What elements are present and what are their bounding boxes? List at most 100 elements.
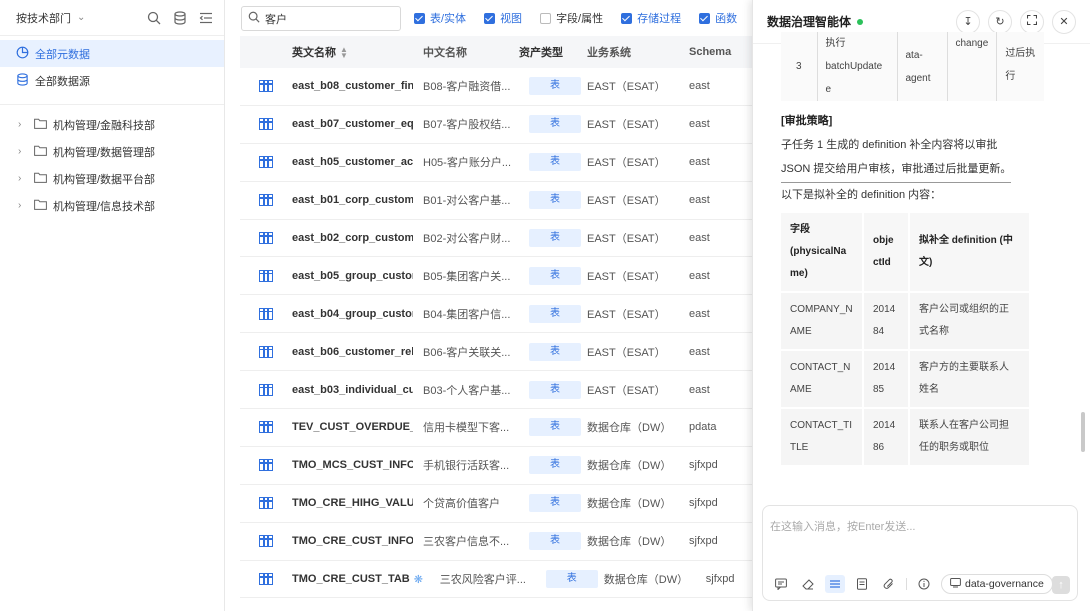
cell: 客户公司或组织的正 式名称 xyxy=(909,292,1031,351)
header-cell: obje ctId xyxy=(863,213,910,293)
tree-item[interactable]: › 机构管理/数据平台部 xyxy=(0,165,224,192)
chevron-right-icon[interactable]: › xyxy=(18,146,28,157)
asset-type-tag: 表 xyxy=(529,191,581,210)
search-icon xyxy=(248,11,260,26)
table-icon xyxy=(259,118,273,131)
eraser-icon[interactable] xyxy=(798,575,818,593)
business-system: EAST（ESAT） xyxy=(587,119,666,132)
filter-view[interactable]: 视图 xyxy=(484,10,522,26)
asset-cn-name: B07-客户股权结... xyxy=(423,119,511,132)
tree-item[interactable]: › 机构管理/金融科技部 xyxy=(0,111,224,138)
business-system: EAST（ESAT） xyxy=(587,233,666,245)
cell-line: 85 xyxy=(873,384,885,395)
business-system: EAST（ESAT） xyxy=(587,308,666,321)
chevron-right-icon[interactable]: › xyxy=(18,119,28,130)
asset-en-name[interactable]: TMO_MCS_CUST_INFO_H xyxy=(292,459,413,471)
chat-input-box[interactable]: 在这输入消息，按Enter发送... data-governance ↑ xyxy=(762,505,1078,601)
asset-en-name[interactable]: east_b06_customer_relati xyxy=(292,346,413,358)
sidebar-item-all-metadata[interactable]: 全部元数据 xyxy=(0,40,224,67)
asset-type-tag: 表 xyxy=(529,77,581,96)
checkbox[interactable] xyxy=(621,12,633,24)
filter-function[interactable]: 函数 xyxy=(699,10,737,26)
download-button[interactable]: ↧ xyxy=(956,9,980,34)
asset-en-name[interactable]: east_b04_group_custome xyxy=(292,308,413,320)
asset-en-name[interactable]: east_b07_customer_equit xyxy=(292,118,413,130)
cell: 执行 batchUpdate e xyxy=(817,32,898,101)
cell-line: ata- xyxy=(905,49,923,61)
cell-line: 式名称 xyxy=(919,326,949,337)
search-input[interactable]: 客户 xyxy=(241,6,401,31)
chat-mode-icon[interactable] xyxy=(771,575,791,593)
asset-cn-name: 信用卡模型下客... xyxy=(423,422,510,435)
asset-cn-name: B02-对公客户财... xyxy=(423,233,511,245)
checkbox[interactable] xyxy=(540,12,552,24)
schema: east xyxy=(689,345,710,358)
filter-stored-procedure[interactable]: 存储过程 xyxy=(621,10,681,26)
checkbox[interactable] xyxy=(414,12,425,24)
org-tree: › 机构管理/金融科技部 › 机构管理/数据管理部 › 机构管理/数据平台部 ›… xyxy=(0,111,224,219)
asset-en-name[interactable]: east_b05_group_custome xyxy=(292,270,413,282)
header-en-name[interactable]: 英文名称 ▲ ▼ xyxy=(292,44,413,60)
fullscreen-button[interactable] xyxy=(1020,9,1044,34)
checkbox[interactable] xyxy=(699,12,711,24)
sidebar-item-all-datasources[interactable]: 全部数据源 xyxy=(0,67,224,94)
document-icon[interactable] xyxy=(852,575,872,593)
schema: east xyxy=(689,383,710,396)
list-mode-icon[interactable] xyxy=(825,575,845,593)
info-icon[interactable] xyxy=(914,575,934,593)
asset-en-name[interactable]: east_b01_corp_customer_ xyxy=(292,194,413,206)
tree-item[interactable]: › 机构管理/信息技术部 xyxy=(0,192,224,219)
asset-en-name[interactable]: TMO_CRE_CUST_TAB xyxy=(292,573,410,585)
dept-selector[interactable]: 按技术部门 ⌄ xyxy=(16,10,85,26)
search-icon[interactable] xyxy=(146,10,162,26)
refresh-button[interactable]: ↻ xyxy=(988,9,1012,34)
cell-line: 过后执 xyxy=(1005,48,1036,59)
approval-title: [审批策略] xyxy=(781,115,833,127)
agent-tag[interactable]: data-governance xyxy=(941,574,1053,594)
collapse-menu-icon[interactable] xyxy=(198,10,214,26)
attachment-icon[interactable] xyxy=(879,575,899,593)
chevron-down-icon: ⌄ xyxy=(77,12,86,23)
asset-en-name[interactable]: east_b02_corp_customer_ xyxy=(292,232,413,244)
cell-line: 2014 xyxy=(873,420,896,431)
sort-icon[interactable]: ▲ ▼ xyxy=(340,46,348,60)
asset-en-name[interactable]: east_b08_customer_finan xyxy=(292,80,413,92)
database-icon[interactable] xyxy=(172,10,188,26)
asset-en-name[interactable]: TMO_CRE_HIHG_VALUE_C xyxy=(292,497,413,509)
schema: sjfxpd xyxy=(689,459,718,472)
table-icon xyxy=(259,80,273,93)
schema: east xyxy=(689,269,710,282)
business-system: EAST（ESAT） xyxy=(587,270,666,283)
filter-table-entity[interactable]: 表/实体 xyxy=(414,10,466,26)
sidebar: 按技术部门 ⌄ 全部元数据 全部数据源 › 机构管理/金融科技部 › 机构管理/… xyxy=(0,0,225,611)
asset-type-tag: 表 xyxy=(529,266,581,285)
tree-item[interactable]: › 机构管理/数据管理部 xyxy=(0,138,224,165)
table-icon xyxy=(259,383,273,396)
asset-en-name[interactable]: east_b03_individual_custo xyxy=(292,384,413,396)
asset-cn-name: H05-客户账分户... xyxy=(423,157,512,170)
cell-line: 联系人在客户公司担 xyxy=(919,420,1009,431)
cell-line: COMPANY_N xyxy=(790,304,853,315)
asset-en-name[interactable]: east_h05_customer_accou xyxy=(292,156,413,168)
header-business-system: 业务系统 xyxy=(587,47,631,59)
chevron-right-icon[interactable]: › xyxy=(18,200,28,211)
header-line: 拟补全 definition (中 xyxy=(919,235,1013,246)
asset-en-name[interactable]: TEV_CUST_OVERDUE_INF xyxy=(292,421,413,433)
close-button[interactable]: ✕ xyxy=(1052,9,1076,34)
asset-en-name[interactable]: TMO_CRE_CUST_INFO_ER xyxy=(292,535,413,547)
online-status-dot xyxy=(857,18,864,25)
asset-cn-name: 三农风险客户评... xyxy=(439,574,526,587)
chevron-right-icon[interactable]: › xyxy=(18,173,28,184)
send-button[interactable]: ↑ xyxy=(1052,576,1070,594)
cell-line: batchUpdate xyxy=(825,61,883,72)
business-system: EAST（ESAT） xyxy=(587,81,666,94)
checkbox[interactable] xyxy=(484,12,496,24)
folder-icon xyxy=(34,172,47,186)
filter-field-attribute[interactable]: 字段/属性 xyxy=(540,10,603,26)
divider xyxy=(0,104,224,105)
table-icon xyxy=(259,497,273,510)
cell-line: 84 xyxy=(873,326,885,337)
cell: 2014 86 xyxy=(863,408,910,467)
asset-type-tag: 表 xyxy=(529,304,581,323)
chat-scrollbar[interactable] xyxy=(1081,412,1085,452)
